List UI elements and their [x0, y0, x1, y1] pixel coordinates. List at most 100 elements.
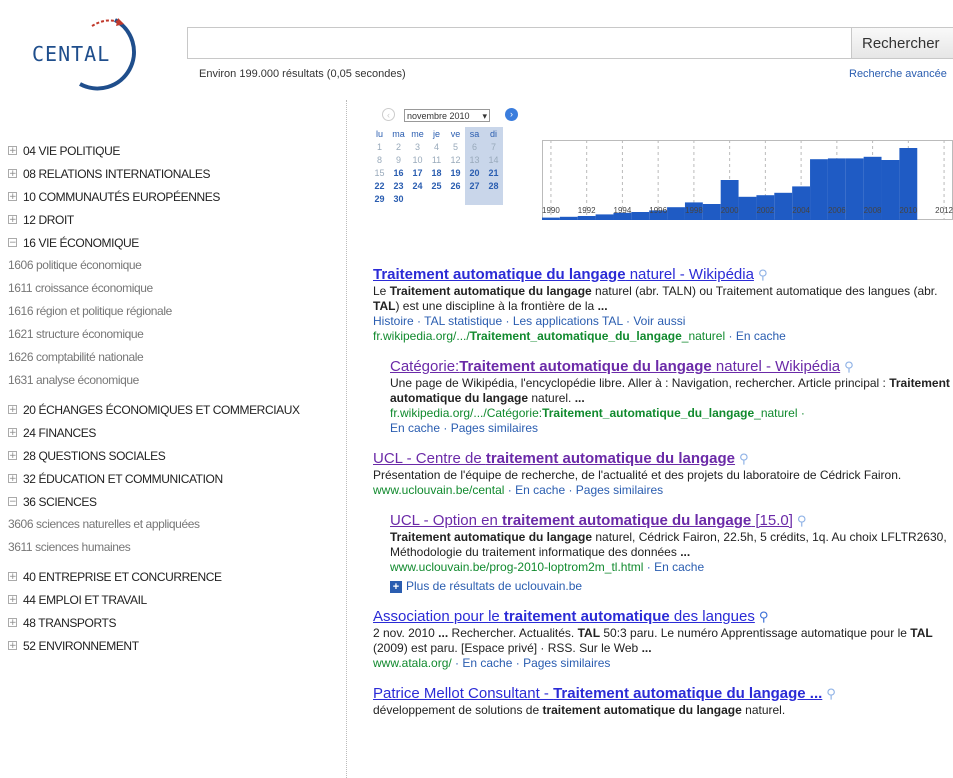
expand-icon[interactable]: +	[8, 192, 17, 202]
preview-magnifier-icon[interactable]: ⚲	[844, 360, 854, 375]
search-input[interactable]	[188, 28, 852, 58]
subcategory-item[interactable]: 1606 politique économique	[8, 254, 343, 277]
x-tick-label: 1994	[613, 206, 632, 215]
category-item[interactable]: −16 VIE ÉCONOMIQUE	[8, 231, 343, 254]
more-results-link[interactable]: + Plus de résultats de uclouvain.be	[390, 579, 953, 594]
cache-links[interactable]: · En cache	[643, 560, 704, 574]
preview-magnifier-icon[interactable]: ⚲	[797, 514, 807, 529]
expand-icon[interactable]: +	[8, 474, 17, 484]
calendar-day[interactable]: 19	[446, 166, 465, 179]
calendar-day[interactable]: 11	[427, 153, 446, 166]
expand-icon[interactable]: +	[8, 641, 17, 651]
category-item[interactable]: +52 ENVIRONNEMENT	[8, 634, 343, 657]
subcategory-item[interactable]: 1616 région et politique régionale	[8, 300, 343, 323]
category-item[interactable]: +44 EMPLOI ET TRAVAIL	[8, 588, 343, 611]
result-title-link[interactable]: Patrice Mellot Consultant - Traitement a…	[373, 685, 822, 702]
subcategory-item[interactable]: 1626 comptabilité nationale	[8, 346, 343, 369]
calendar-day[interactable]: 17	[408, 166, 427, 179]
calendar-day[interactable]: 25	[427, 179, 446, 192]
calendar-day[interactable]: 12	[446, 153, 465, 166]
expand-icon[interactable]: +	[8, 595, 17, 605]
category-item[interactable]: +20 ÉCHANGES ÉCONOMIQUES ET COMMERCIAUX	[8, 398, 343, 421]
category-label: 24 FINANCES	[23, 425, 96, 440]
result-sitelinks[interactable]: Histoire · TAL statistique · Les applica…	[373, 314, 953, 329]
results-list: Traitement automatique du langage nature…	[373, 266, 953, 732]
collapse-icon[interactable]: −	[8, 497, 17, 507]
result-title-link[interactable]: UCL - Centre de traitement automatique d…	[373, 450, 735, 467]
advanced-search-link[interactable]: Recherche avancée	[849, 68, 947, 80]
result-title-link[interactable]: UCL - Option en traitement automatique d…	[390, 512, 793, 529]
cache-links[interactable]: En cache · Pages similaires	[390, 421, 538, 435]
calendar-day[interactable]: 30	[389, 192, 408, 205]
result-title-link[interactable]: Catégorie:Traitement automatique du lang…	[390, 358, 840, 375]
expand-icon[interactable]: +	[8, 169, 17, 179]
expand-icon[interactable]: +	[8, 215, 17, 225]
preview-magnifier-icon[interactable]: ⚲	[739, 452, 749, 467]
calendar-day[interactable]: 13	[465, 153, 484, 166]
category-item[interactable]: +28 QUESTIONS SOCIALES	[8, 444, 343, 467]
expand-icon[interactable]: +	[8, 451, 17, 461]
result-title-link[interactable]: Association pour le traitement automatiq…	[373, 608, 755, 625]
category-item[interactable]: +12 DROIT	[8, 208, 343, 231]
calendar-day[interactable]: 1	[370, 140, 389, 153]
subcategory-item[interactable]: 3611 sciences humaines	[8, 536, 343, 559]
search-box[interactable]	[187, 27, 852, 59]
category-item[interactable]: −36 SCIENCES	[8, 490, 343, 513]
calendar-day[interactable]: 29	[370, 192, 389, 205]
calendar-day[interactable]: 6	[465, 140, 484, 153]
category-item[interactable]: +04 VIE POLITIQUE	[8, 139, 343, 162]
calendar-day[interactable]: 22	[370, 179, 389, 192]
category-item[interactable]: +08 RELATIONS INTERNATIONALES	[8, 162, 343, 185]
search-button[interactable]: Rechercher	[851, 27, 953, 59]
calendar-day[interactable]: 7	[484, 140, 503, 153]
expand-icon[interactable]: +	[8, 618, 17, 628]
calendar-day[interactable]: 14	[484, 153, 503, 166]
expand-icon[interactable]: +	[8, 405, 17, 415]
calendar-day[interactable]: 9	[389, 153, 408, 166]
collapse-icon[interactable]: −	[8, 238, 17, 248]
calendar-day[interactable]: 15	[370, 166, 389, 179]
subcategory-item[interactable]: 1631 analyse économique	[8, 369, 343, 392]
month-select[interactable]: novembre 2010 ▾	[404, 109, 490, 122]
prev-month-icon[interactable]: ‹	[382, 108, 395, 121]
search-result: Traitement automatique du langage nature…	[373, 266, 953, 344]
category-item[interactable]: +32 ÉDUCATION ET COMMUNICATION	[8, 467, 343, 490]
cache-links[interactable]: · En cache · Pages similaires	[504, 483, 663, 497]
calendar-day[interactable]: 18	[427, 166, 446, 179]
cache-links[interactable]: · En cache · Pages similaires	[452, 656, 610, 670]
calendar-day[interactable]: 4	[427, 140, 446, 153]
calendar-day[interactable]: 24	[408, 179, 427, 192]
calendar-day[interactable]: 5	[446, 140, 465, 153]
preview-magnifier-icon[interactable]: ⚲	[759, 610, 769, 625]
subcategory-item[interactable]: 1621 structure économique	[8, 323, 343, 346]
expand-icon[interactable]: +	[8, 428, 17, 438]
result-snippet: Présentation de l'équipe de recherche, d…	[373, 468, 953, 483]
calendar-day[interactable]: 27	[465, 179, 484, 192]
expand-icon[interactable]: +	[8, 146, 17, 156]
category-item[interactable]: +24 FINANCES	[8, 421, 343, 444]
month-select-value: novembre 2010	[407, 111, 470, 121]
calendar-day[interactable]: 23	[389, 179, 408, 192]
preview-magnifier-icon[interactable]: ⚲	[758, 268, 768, 283]
next-month-icon[interactable]: ›	[505, 108, 518, 121]
cental-logo[interactable]: CENTAL	[20, 12, 160, 92]
result-title-link[interactable]: Traitement automatique du langage nature…	[373, 266, 754, 283]
category-item[interactable]: +48 TRANSPORTS	[8, 611, 343, 634]
calendar-day[interactable]: 16	[389, 166, 408, 179]
calendar-day[interactable]: 2	[389, 140, 408, 153]
result-snippet: développement de solutions de traitement…	[373, 703, 953, 718]
calendar-day[interactable]: 26	[446, 179, 465, 192]
subcategory-item[interactable]: 3606 sciences naturelles et appliquées	[8, 513, 343, 536]
calendar-day[interactable]: 21	[484, 166, 503, 179]
category-item[interactable]: +40 ENTREPRISE ET CONCURRENCE	[8, 565, 343, 588]
calendar-day[interactable]: 28	[484, 179, 503, 192]
calendar-day[interactable]: 3	[408, 140, 427, 153]
category-item[interactable]: +10 COMMUNAUTÉS EUROPÉENNES	[8, 185, 343, 208]
cache-links[interactable]: · En cache	[725, 329, 785, 343]
subcategory-item[interactable]: 1611 croissance économique	[8, 277, 343, 300]
expand-icon[interactable]: +	[8, 572, 17, 582]
calendar-day[interactable]: 10	[408, 153, 427, 166]
preview-magnifier-icon[interactable]: ⚲	[826, 687, 836, 702]
calendar-day[interactable]: 8	[370, 153, 389, 166]
calendar-day[interactable]: 20	[465, 166, 484, 179]
